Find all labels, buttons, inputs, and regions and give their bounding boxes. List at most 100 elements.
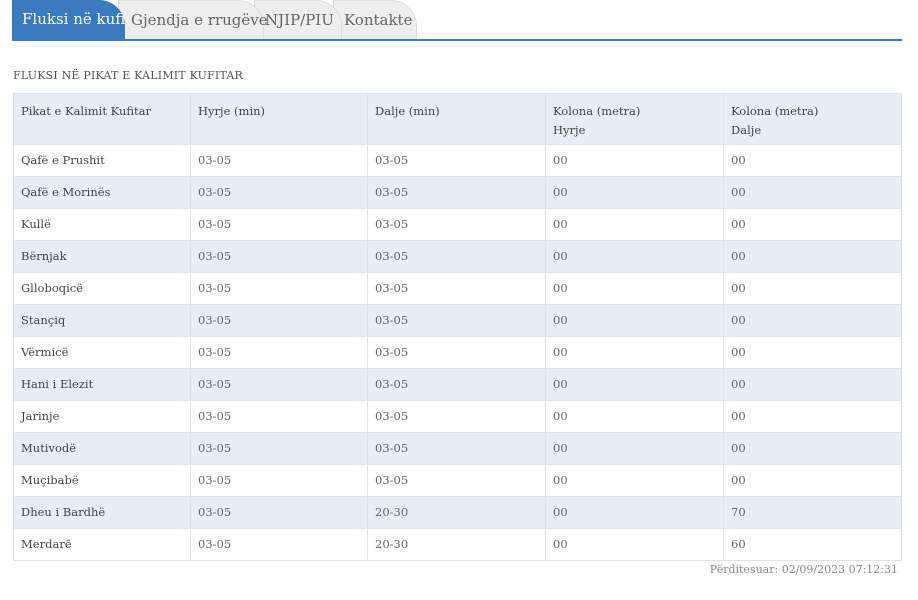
cell-queue-entry: 00 [545,432,724,465]
cell-exit-min: 03-05 [367,336,546,369]
header-queue-exit-sub: Dalje [731,123,762,137]
section-title: FLUKSI NË PIKAT E KALIMIT KUFITAR [13,69,244,82]
header-queue-exit-label: Kolona (metra) [731,104,819,118]
cell-exit-min: 03-05 [367,240,546,273]
cell-border-point: Muçibabë [13,464,191,497]
cell-queue-entry: 00 [545,176,724,209]
cell-queue-exit: 00 [723,304,902,337]
cell-exit-min: 03-05 [367,176,546,209]
table-row: Hani i Elezit 03-05 03-05 00 00 [13,368,902,401]
cell-queue-entry: 00 [545,528,724,561]
tab-gjendja-e-rrugeve[interactable]: Gjendja e rrugëve [118,0,268,39]
cell-queue-exit: 00 [723,272,902,305]
cell-queue-exit: 00 [723,432,902,465]
cell-border-point: Hani i Elezit [13,368,191,401]
cell-entry-min: 03-05 [190,368,368,401]
cell-queue-entry: 00 [545,368,724,401]
header-entry-min: Hyrje (min) [190,93,368,145]
header-entry-min-label: Hyrje (min) [198,104,266,118]
cell-queue-exit: 70 [723,496,902,529]
cell-exit-min: 03-05 [367,304,546,337]
table-row: Glloboqicë 03-05 03-05 00 00 [13,272,902,305]
table-row: Muçibabë 03-05 03-05 00 00 [13,464,902,497]
cell-exit-min: 03-05 [367,144,546,177]
cell-border-point: Mutivodë [13,432,191,465]
cell-exit-min: 20-30 [367,528,546,561]
table-row: Dheu i Bardhë 03-05 20-30 00 70 [13,496,902,529]
cell-entry-min: 03-05 [190,528,368,561]
cell-entry-min: 03-05 [190,304,368,337]
header-border-point-label: Pikat e Kalimit Kufitar [21,104,152,118]
header-queue-entry-sub: Hyrje [553,123,586,137]
cell-entry-min: 03-05 [190,272,368,305]
cell-entry-min: 03-05 [190,400,368,433]
table-header: Pikat e Kalimit Kufitar Hyrje (min) Dalj… [13,93,902,145]
cell-queue-entry: 00 [545,464,724,497]
cell-border-point: Glloboqicë [13,272,191,305]
header-border-point: Pikat e Kalimit Kufitar [13,93,191,145]
cell-queue-entry: 00 [545,240,724,273]
cell-exit-min: 03-05 [367,272,546,305]
cell-queue-exit: 00 [723,368,902,401]
table-row: Merdarë 03-05 20-30 00 60 [13,528,902,561]
cell-entry-min: 03-05 [190,336,368,369]
cell-entry-min: 03-05 [190,208,368,241]
table-row: Mutivodë 03-05 03-05 00 00 [13,432,902,465]
table-row: Stançiq 03-05 03-05 00 00 [13,304,902,337]
cell-queue-entry: 00 [545,208,724,241]
cell-border-point: Stançiq [13,304,191,337]
cell-queue-exit: 00 [723,464,902,497]
cell-queue-entry: 00 [545,400,724,433]
cell-border-point: Jarinje [13,400,191,433]
cell-border-point: Kullë [13,208,191,241]
tab-kontakte[interactable]: Kontakte [333,0,417,39]
table-row: Bërnjak 03-05 03-05 00 00 [13,240,902,273]
table-row: Jarinje 03-05 03-05 00 00 [13,400,902,433]
table-body: Qafë e Prushit 03-05 03-05 00 00 Qafë e Morin… [13,144,902,561]
header-exit-min: Dalje (min) [367,93,546,145]
header-exit-min-label: Dalje (min) [375,104,440,118]
cell-exit-min: 03-05 [367,400,546,433]
table-header-row: Pikat e Kalimit Kufitar Hyrje (min) Dalj… [13,93,902,145]
cell-queue-entry: 00 [545,336,724,369]
table-row: Kullë 03-05 03-05 00 00 [13,208,902,241]
cell-queue-exit: 00 [723,208,902,241]
cell-entry-min: 03-05 [190,464,368,497]
cell-queue-exit: 60 [723,528,902,561]
cell-queue-exit: 00 [723,240,902,273]
cell-border-point: Merdarë [13,528,191,561]
cell-entry-min: 03-05 [190,176,368,209]
last-updated-timestamp: Përditesuar: 02/09/2023 07:12:31 [709,563,898,576]
cell-queue-exit: 00 [723,400,902,433]
cell-exit-min: 03-05 [367,368,546,401]
border-flux-table: Pikat e Kalimit Kufitar Hyrje (min) Dalj… [13,93,902,561]
cell-queue-exit: 00 [723,336,902,369]
cell-border-point: Dheu i Bardhë [13,496,191,529]
header-queue-entry-label: Kolona (metra) [553,104,641,118]
cell-queue-exit: 00 [723,144,902,177]
cell-entry-min: 03-05 [190,496,368,529]
cell-queue-entry: 00 [545,144,724,177]
cell-queue-exit: 00 [723,176,902,209]
cell-queue-entry: 00 [545,272,724,305]
cell-border-point: Bërnjak [13,240,191,273]
cell-border-point: Qafë e Prushit [13,144,191,177]
cell-border-point: Vërmicë [13,336,191,369]
table-row: Qafë e Morinës 03-05 03-05 00 00 [13,176,902,209]
cell-border-point: Qafë e Morinës [13,176,191,209]
tab-fluksi-ne-kufi[interactable]: Fluksi në kufi [12,0,125,39]
cell-exit-min: 03-05 [367,464,546,497]
cell-entry-min: 03-05 [190,144,368,177]
cell-exit-min: 03-05 [367,432,546,465]
header-queue-entry: Kolona (metra) Hyrje [545,93,724,145]
tab-bar: Fluksi në kufi Gjendja e rrugëve NJIP/PI… [12,0,902,41]
cell-entry-min: 03-05 [190,240,368,273]
cell-entry-min: 03-05 [190,432,368,465]
cell-queue-entry: 00 [545,304,724,337]
cell-exit-min: 03-05 [367,208,546,241]
table-row: Vërmicë 03-05 03-05 00 00 [13,336,902,369]
cell-exit-min: 20-30 [367,496,546,529]
table-row: Qafë e Prushit 03-05 03-05 00 00 [13,144,902,177]
header-queue-exit: Kolona (metra) Dalje [723,93,902,145]
cell-queue-entry: 00 [545,496,724,529]
